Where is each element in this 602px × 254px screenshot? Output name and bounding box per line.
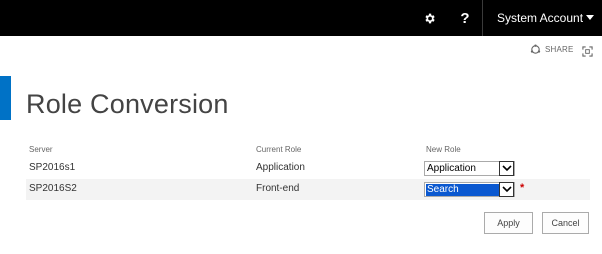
new-role-select[interactable]: Search — [424, 182, 515, 197]
help-label: ? — [460, 9, 470, 27]
share-button[interactable]: SHARE — [530, 44, 574, 55]
chevron-down-icon — [499, 182, 514, 197]
title-accent-bar — [0, 76, 11, 120]
gear-icon — [424, 13, 435, 23]
column-header-new-role: New Role — [426, 145, 461, 154]
cancel-button[interactable]: Cancel — [542, 212, 589, 234]
new-role-value: Search — [426, 184, 500, 196]
chevron-down-icon — [586, 15, 594, 20]
focus-on-content-icon — [582, 46, 593, 57]
focus-on-content-button[interactable] — [582, 44, 593, 62]
help-button[interactable]: ? — [448, 0, 482, 36]
new-role-value: Application — [427, 163, 476, 174]
settings-button[interactable] — [410, 0, 448, 36]
new-role-select[interactable]: Application — [424, 161, 515, 176]
page-title: Role Conversion — [26, 89, 229, 119]
server-name: SP2016S2 — [29, 183, 77, 194]
suite-bar: ? System Account — [0, 0, 602, 36]
apply-button[interactable]: Apply — [484, 212, 533, 234]
user-name: System Account — [497, 11, 584, 25]
current-role: Application — [256, 162, 305, 173]
column-header-server: Server — [29, 145, 53, 154]
current-role: Front-end — [256, 183, 300, 194]
chevron-down-icon — [499, 161, 514, 176]
share-label: SHARE — [545, 45, 574, 54]
column-header-current-role: Current Role — [256, 145, 302, 154]
share-icon — [530, 44, 541, 54]
required-marker: * — [520, 182, 525, 194]
ribbon: SHARE — [0, 36, 602, 64]
user-menu[interactable]: System Account — [482, 0, 602, 36]
server-name: SP2016s1 — [29, 162, 76, 173]
